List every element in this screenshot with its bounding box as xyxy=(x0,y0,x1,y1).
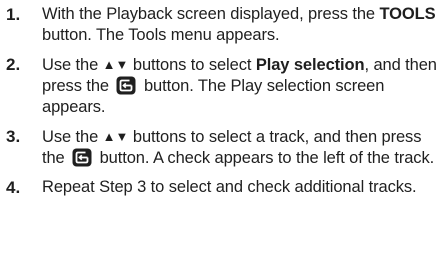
step-3-text-c: button. A check appears to the left of t… xyxy=(95,149,435,167)
tools-button-label: TOOLS xyxy=(379,5,436,23)
step-2-number: 2. xyxy=(6,55,21,74)
instruction-steps: 1. With the Playback screen displayed, p… xyxy=(4,4,442,198)
step-4-text: Repeat Step 3 to select and check additi… xyxy=(42,178,417,196)
enter-button-icon xyxy=(116,76,136,95)
step-2-text-b: buttons to select xyxy=(128,56,256,74)
step-3-text: Use the ▲▼ buttons to select a track, an… xyxy=(42,126,442,169)
step-1-text: With the Playback screen displayed, pres… xyxy=(42,4,442,46)
step-4-number: 4. xyxy=(6,178,21,197)
step-3-text-a: Use the xyxy=(42,128,103,146)
step-1-text-a: With the Playback screen displayed, pres… xyxy=(42,5,380,23)
step-2-text: Use the ▲▼ buttons to select Play select… xyxy=(42,54,442,118)
step-1-number: 1. xyxy=(6,5,21,24)
instruction-page: 1. With the Playback screen displayed, p… xyxy=(0,0,446,279)
up-down-arrows-icon: ▲▼ xyxy=(102,129,129,144)
enter-button-icon xyxy=(72,148,92,167)
up-down-arrows-icon: ▲▼ xyxy=(102,57,129,72)
step-1: 1. With the Playback screen displayed, p… xyxy=(4,4,442,46)
step-3-number: 3. xyxy=(6,127,21,146)
play-selection-label: Play selection xyxy=(255,56,365,74)
step-2: 2. Use the ▲▼ buttons to select Play sel… xyxy=(4,54,442,118)
step-1-text-c: button. The Tools menu appears. xyxy=(42,26,280,44)
step-3: 3. Use the ▲▼ buttons to select a track,… xyxy=(4,126,442,169)
step-4: 4. Repeat Step 3 to select and check add… xyxy=(4,177,442,198)
step-2-text-a: Use the xyxy=(42,56,103,74)
